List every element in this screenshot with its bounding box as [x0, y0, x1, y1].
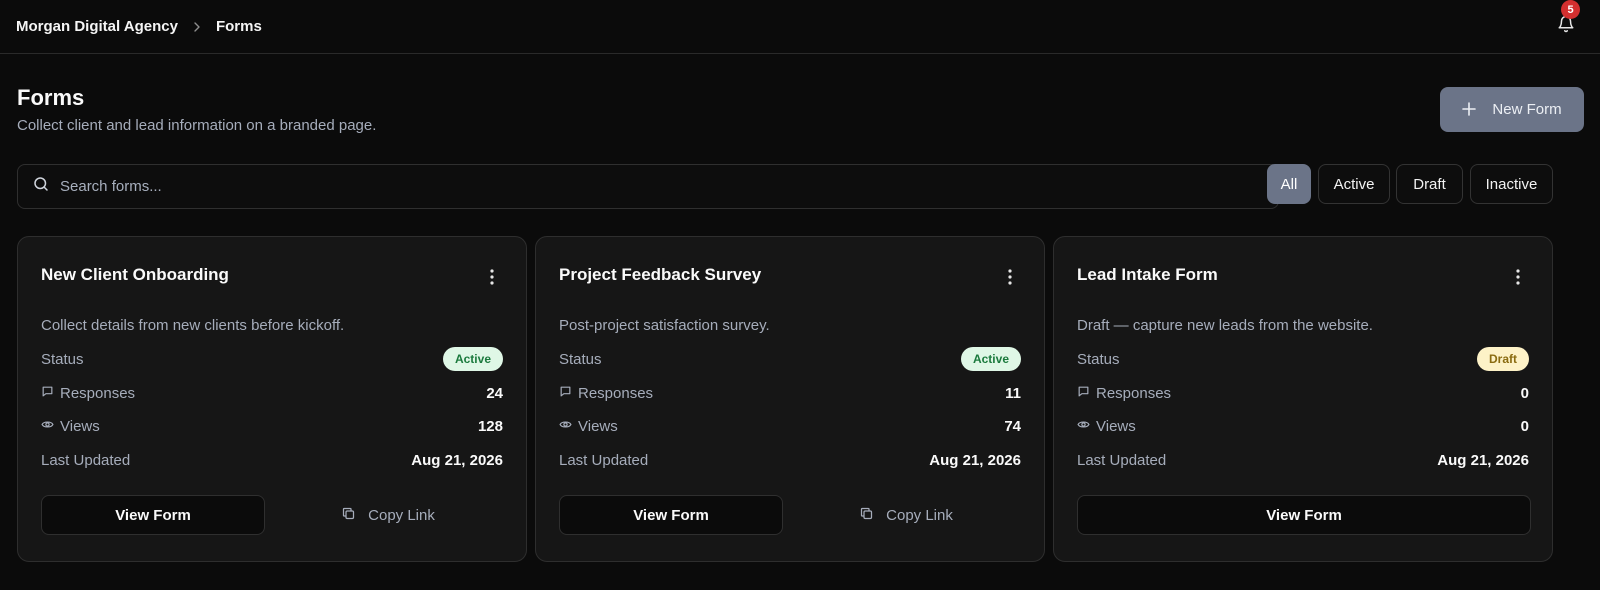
form-card: New Client Onboarding Collect details fr…	[17, 236, 527, 562]
last-updated-label: Last Updated	[559, 451, 649, 469]
more-options-icon[interactable]	[1000, 267, 1020, 287]
form-card: Project Feedback Survey Post-project sat…	[535, 236, 1045, 562]
eye-icon	[559, 418, 572, 435]
responses-label: Responses	[60, 384, 136, 402]
new-form-button[interactable]: New Form	[1440, 87, 1584, 132]
search-box	[17, 164, 1279, 209]
form-card-title: New Client Onboarding	[41, 265, 229, 284]
form-card: Lead Intake Form Draft — capture new lea…	[1053, 236, 1553, 562]
form-card-description: Draft — capture new leads from the websi…	[1077, 317, 1373, 334]
eye-icon	[1077, 418, 1090, 435]
breadcrumb-current: Forms	[215, 18, 262, 35]
message-icon	[41, 385, 54, 402]
notification-count-badge: 5	[1561, 0, 1580, 19]
form-card-description: Post-project satisfaction survey.	[559, 317, 770, 334]
form-card-title: Lead Intake Form	[1077, 265, 1218, 284]
last-updated-value: Aug 21, 2026	[411, 451, 503, 469]
status-badge: Active	[960, 347, 1021, 371]
breadcrumb-workspace[interactable]: Morgan Digital Agency	[16, 18, 178, 35]
responses-label: Responses	[578, 384, 654, 402]
views-row: Views 0	[1077, 414, 1529, 438]
eye-icon	[41, 418, 54, 435]
responses-row: Responses 11	[559, 381, 1021, 405]
views-label: Views	[1096, 417, 1136, 435]
last-updated-label: Last Updated	[1077, 451, 1167, 469]
copy-link-label: Copy Link	[886, 506, 953, 524]
responses-row: Responses 24	[41, 381, 503, 405]
top-bar: Morgan Digital Agency Forms	[0, 0, 1600, 54]
view-form-button[interactable]: View Form	[559, 495, 783, 535]
status-row: Status Active	[41, 347, 503, 371]
more-options-icon[interactable]	[482, 267, 502, 287]
filter-draft[interactable]: Draft	[1396, 164, 1463, 204]
views-value: 0	[1520, 417, 1529, 435]
views-label: Views	[60, 417, 100, 435]
last-updated-value: Aug 21, 2026	[929, 451, 1021, 469]
copy-icon	[859, 506, 874, 525]
more-options-icon[interactable]	[1508, 267, 1528, 287]
page-title: Forms	[17, 85, 85, 110]
copy-link-button[interactable]: Copy Link	[274, 495, 502, 535]
message-icon	[559, 385, 572, 402]
status-label: Status	[559, 350, 602, 368]
form-card-title: Project Feedback Survey	[559, 265, 762, 284]
responses-value: 11	[1005, 384, 1021, 402]
message-icon	[1077, 385, 1090, 402]
copy-link-button[interactable]: Copy Link	[792, 495, 1020, 535]
last-updated-row: Last Updated Aug 21, 2026	[41, 448, 503, 472]
responses-label: Responses	[1096, 384, 1172, 402]
search-input[interactable]	[60, 178, 1264, 195]
responses-value: 24	[486, 384, 503, 402]
views-row: Views 74	[559, 414, 1021, 438]
form-card-description: Collect details from new clients before …	[41, 317, 345, 334]
responses-row: Responses 0	[1077, 381, 1529, 405]
search-icon	[32, 175, 50, 198]
filter-active[interactable]: Active	[1318, 164, 1390, 204]
copy-link-label: Copy Link	[368, 506, 435, 524]
views-row: Views 128	[41, 414, 503, 438]
new-form-label: New Form	[1492, 101, 1562, 118]
responses-value: 0	[1520, 384, 1529, 402]
plus-icon	[1462, 100, 1477, 120]
views-value: 128	[477, 417, 503, 435]
view-form-button[interactable]: View Form	[41, 495, 265, 535]
chevron-right-icon	[192, 21, 202, 32]
views-value: 74	[1004, 417, 1021, 435]
status-label: Status	[41, 350, 84, 368]
last-updated-row: Last Updated Aug 21, 2026	[1077, 448, 1529, 472]
last-updated-row: Last Updated Aug 21, 2026	[559, 448, 1021, 472]
filter-all[interactable]: All	[1267, 164, 1311, 204]
status-row: Status Active	[559, 347, 1021, 371]
status-badge: Draft	[1476, 347, 1529, 371]
view-form-button[interactable]: View Form	[1077, 495, 1531, 535]
page-subtitle: Collect client and lead information on a…	[17, 117, 377, 134]
copy-icon	[341, 506, 356, 525]
status-row: Status Draft	[1077, 347, 1529, 371]
status-badge: Active	[442, 347, 503, 371]
last-updated-label: Last Updated	[41, 451, 131, 469]
last-updated-value: Aug 21, 2026	[1437, 451, 1529, 469]
status-label: Status	[1077, 350, 1120, 368]
filter-inactive[interactable]: Inactive	[1470, 164, 1553, 204]
views-label: Views	[578, 417, 618, 435]
